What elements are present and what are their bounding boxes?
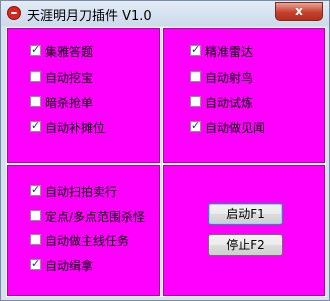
app-logo-icon [7,6,21,20]
panel-bottom-left: 自动扫拍卖行 定点/多点范围杀怪 自动做主线任务 自动缉拿 [6,164,161,297]
checkbox-box[interactable] [30,257,41,270]
checkbox-label: 自动挖宝 [45,71,94,85]
checkbox-box[interactable] [30,119,41,132]
checkbox-box[interactable] [190,71,201,82]
window-title: 天涯明月刀插件 V1.0 [27,9,152,24]
checkbox-box[interactable] [190,119,201,132]
checkbox-box[interactable] [30,43,41,56]
panel-top-left: 集雅答题 自动挖宝 暗杀抢单 自动补摊位 [6,27,161,164]
checkbox-label: 自动扫拍卖行 [45,185,118,199]
close-button[interactable]: x [275,2,323,21]
checkbox-label: 定点/多点范围杀怪 [45,210,146,224]
checkbox-label: 自动试炼 [205,96,254,110]
checkbox-label: 自动做见闻 [205,121,266,135]
checkbox-box[interactable] [190,43,201,56]
panel-top-right: 精准雷达 自动射鸟 自动试炼 自动做见闻 [162,27,326,164]
title-bar[interactable]: 天涯明月刀插件 V1.0 x [1,1,329,26]
checkbox-box[interactable] [30,96,41,107]
checkbox-label: 自动射鸟 [205,71,254,85]
checkbox-box[interactable] [190,96,201,107]
checkbox-box[interactable] [30,71,41,82]
checkbox-label: 精准雷达 [205,45,254,59]
checkbox-label: 自动做主线任务 [45,234,130,248]
checkbox-label: 自动缉拿 [45,259,94,273]
stop-button[interactable]: 停止F2 [208,234,283,256]
checkbox-label: 集雅答题 [45,45,94,59]
checkbox-box[interactable] [30,234,41,245]
start-button[interactable]: 启动F1 [208,203,283,225]
app-window: 天涯明月刀插件 V1.0 x 集雅答题 自动挖宝 暗杀抢单 自动补摊位 [0,0,330,301]
panel-bottom-right: 启动F1 停止F2 [162,164,326,297]
checkbox-label: 自动补摊位 [45,121,106,135]
checkbox-box[interactable] [30,210,41,221]
checkbox-label: 暗杀抢单 [45,96,94,110]
checkbox-box[interactable] [30,183,41,196]
client-area: 集雅答题 自动挖宝 暗杀抢单 自动补摊位 精准雷达 自动射鸟 [6,27,326,297]
